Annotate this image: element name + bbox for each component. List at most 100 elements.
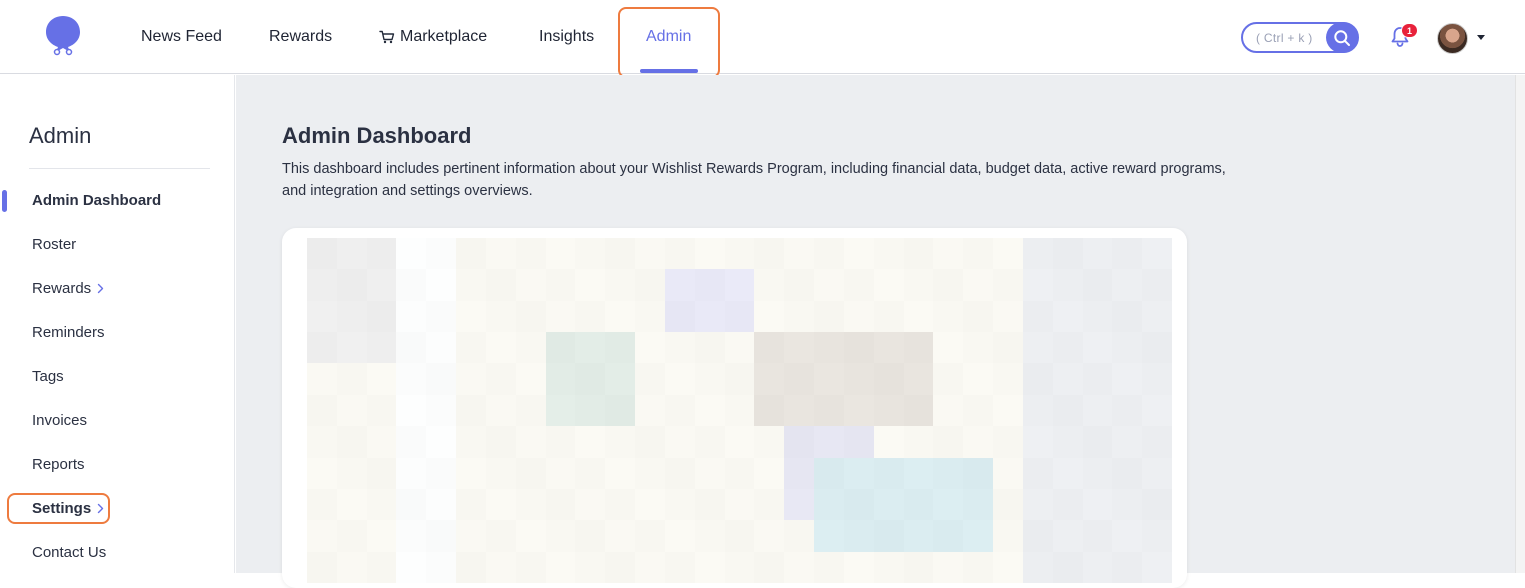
blur-cell	[307, 238, 337, 270]
sidebar-item-reports[interactable]: Reports	[32, 456, 85, 473]
blur-cell	[784, 520, 815, 552]
nav-rewards[interactable]: Rewards	[269, 0, 332, 74]
avatar[interactable]	[1437, 23, 1468, 54]
sidebar-item-contact-us[interactable]: Contact Us	[32, 544, 106, 561]
blur-cell	[545, 269, 576, 301]
blur-cell	[664, 332, 695, 364]
blur-cell	[754, 332, 785, 364]
blur-cell	[754, 457, 785, 489]
blur-cell	[784, 551, 815, 583]
blur-cell	[515, 332, 546, 364]
blur-cell	[426, 300, 457, 333]
blurred-dashboard-content	[307, 238, 1172, 583]
blur-cell	[873, 457, 904, 489]
blur-cell	[903, 238, 934, 270]
blur-cell	[724, 238, 755, 270]
blur-cell	[545, 488, 576, 521]
blur-cell	[933, 520, 964, 552]
blur-cell	[605, 551, 636, 583]
scrollbar[interactable]	[1515, 75, 1525, 573]
search-button[interactable]	[1326, 22, 1358, 53]
blur-cell	[843, 520, 874, 552]
blur-cell	[784, 238, 815, 270]
blur-cell	[784, 488, 815, 521]
blur-cell	[664, 551, 695, 583]
blur-cell	[426, 269, 457, 301]
blur-cell	[784, 269, 815, 301]
search-input[interactable]: ( Ctrl + k )	[1241, 22, 1359, 53]
nav-admin[interactable]: Admin	[646, 0, 691, 74]
blur-cell	[336, 488, 367, 521]
blur-cell	[426, 520, 457, 552]
blur-cell	[635, 269, 665, 301]
blur-cell	[814, 426, 844, 458]
sidebar-item-settings[interactable]: Settings	[32, 500, 104, 517]
nav-marketplace[interactable]: Marketplace	[379, 0, 487, 74]
blur-cell	[605, 426, 636, 458]
blur-cell	[635, 238, 665, 270]
blur-cell	[843, 488, 874, 521]
blur-cell	[1022, 457, 1053, 489]
wishlist-logo-icon[interactable]	[44, 14, 82, 56]
blur-cell	[1082, 269, 1113, 301]
sidebar-item-rewards[interactable]: Rewards	[32, 280, 104, 297]
caret-down-icon[interactable]	[1477, 35, 1485, 40]
nav-marketplace-label: Marketplace	[400, 28, 488, 45]
blur-cell	[724, 426, 755, 458]
blur-cell	[515, 238, 546, 270]
sidebar-item-tags[interactable]: Tags	[32, 368, 64, 385]
sidebar-active-indicator	[2, 190, 7, 212]
blur-cell	[456, 426, 486, 458]
blur-cell	[605, 488, 636, 521]
blur-cell	[694, 300, 725, 333]
blur-cell	[993, 457, 1023, 489]
blur-cell	[1142, 426, 1172, 458]
blur-cell	[903, 394, 934, 427]
blur-cell	[1052, 269, 1083, 301]
blur-cell	[754, 520, 785, 552]
blur-cell	[1052, 300, 1083, 333]
nav-insights[interactable]: Insights	[539, 0, 594, 74]
blur-cell	[456, 269, 486, 301]
blur-cell	[664, 488, 695, 521]
blur-cell	[843, 457, 874, 489]
blur-cell	[694, 238, 725, 270]
blur-cell	[1112, 332, 1143, 364]
blur-cell	[366, 332, 397, 364]
blur-cell	[724, 269, 755, 301]
blur-cell	[545, 551, 576, 583]
blur-cell	[814, 238, 844, 270]
sidebar-item-admin-dashboard[interactable]: Admin Dashboard	[32, 192, 161, 209]
sidebar-item-invoices[interactable]: Invoices	[32, 412, 87, 429]
blur-cell	[664, 520, 695, 552]
blur-cell	[336, 332, 367, 364]
sidebar-item-label: Rewards	[32, 280, 92, 297]
blur-cell	[694, 488, 725, 521]
blur-cell	[366, 269, 397, 301]
blur-cell	[933, 488, 964, 521]
blur-cell	[694, 551, 725, 583]
blur-cell	[873, 269, 904, 301]
blur-cell	[545, 394, 576, 427]
sidebar-item-label: Contact Us	[32, 544, 107, 561]
nav-rewards-label: Rewards	[269, 28, 333, 45]
blur-cell	[1142, 332, 1172, 364]
sidebar: Admin Admin Dashboard Roster Rewards Rem…	[0, 75, 235, 573]
blur-cell	[814, 332, 844, 364]
blur-cell	[873, 394, 904, 427]
sidebar-item-roster[interactable]: Roster	[32, 236, 76, 253]
nav-news-feed[interactable]: News Feed	[141, 0, 222, 74]
blur-cell	[1142, 457, 1172, 489]
blur-cell	[784, 394, 815, 427]
page-title: Admin Dashboard	[282, 123, 472, 148]
blur-cell	[635, 363, 665, 395]
sidebar-item-reminders[interactable]: Reminders	[32, 324, 105, 341]
blur-cell	[1112, 394, 1143, 427]
blur-cell	[903, 520, 934, 552]
blur-cell	[933, 426, 964, 458]
blur-cell	[1082, 394, 1113, 427]
blur-cell	[754, 269, 785, 301]
blur-cell	[605, 300, 636, 333]
blur-cell	[1022, 238, 1053, 270]
blur-cell	[1052, 332, 1083, 364]
